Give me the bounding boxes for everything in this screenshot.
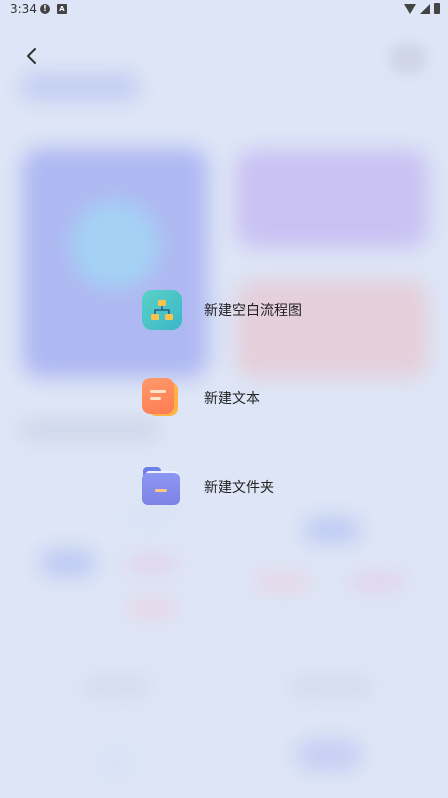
back-button[interactable] [20,44,44,68]
bg-pill [296,740,362,770]
bg-section-title [20,422,160,438]
menu-item-label: 新建文本 [204,391,260,407]
document-icon [142,378,182,418]
new-text-item[interactable]: 新建文本 [142,378,260,418]
bg-pill [100,750,134,774]
bg-pill [40,550,96,576]
bg-pill [254,574,310,590]
bg-pill [126,600,178,616]
menu-item-label: 新建文件夹 [204,480,274,496]
new-folder-item[interactable]: 新建文件夹 [142,467,274,507]
bg-card-main-glow [70,200,160,290]
bg-pill [350,574,406,590]
more-button[interactable] [390,44,426,74]
folder-icon [142,467,182,507]
bg-pill [130,510,170,524]
bg-caption [290,680,370,694]
bg-pill [126,556,178,572]
chevron-left-icon [27,48,36,64]
bg-title-blob [20,74,140,100]
flowchart-icon [142,290,182,330]
bg-pill [304,518,360,542]
bg-caption [86,680,150,694]
menu-item-label: 新建空白流程图 [204,303,302,319]
bg-card-purple [236,150,428,248]
new-blank-flowchart-item[interactable]: 新建空白流程图 [142,290,302,330]
